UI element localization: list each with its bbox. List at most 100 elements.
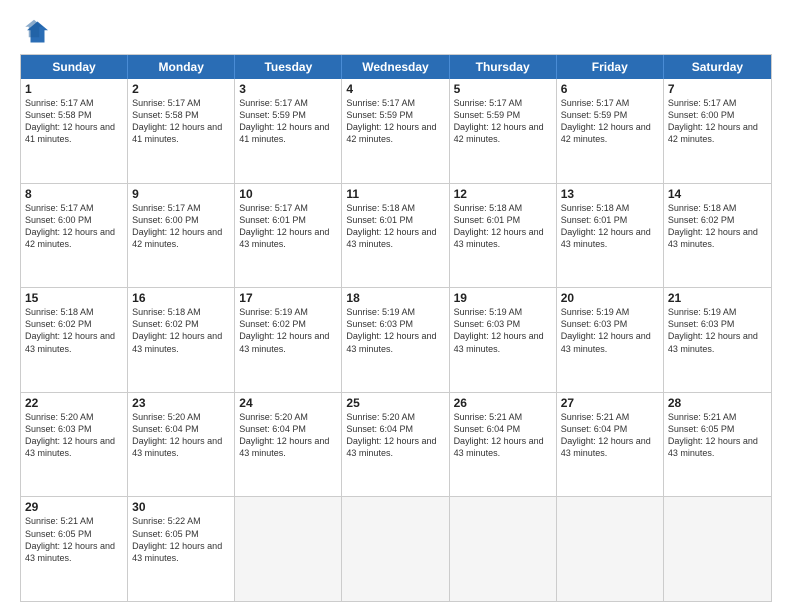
calendar-cell — [342, 497, 449, 601]
day-info: Sunrise: 5:18 AMSunset: 6:02 PMDaylight:… — [132, 306, 230, 355]
calendar-cell: 25Sunrise: 5:20 AMSunset: 6:04 PMDayligh… — [342, 393, 449, 497]
calendar-cell: 27Sunrise: 5:21 AMSunset: 6:04 PMDayligh… — [557, 393, 664, 497]
day-info: Sunrise: 5:17 AMSunset: 5:58 PMDaylight:… — [132, 97, 230, 146]
day-info: Sunrise: 5:19 AMSunset: 6:03 PMDaylight:… — [561, 306, 659, 355]
calendar-cell: 22Sunrise: 5:20 AMSunset: 6:03 PMDayligh… — [21, 393, 128, 497]
calendar: SundayMondayTuesdayWednesdayThursdayFrid… — [20, 54, 772, 602]
day-number: 24 — [239, 396, 337, 410]
day-number: 8 — [25, 187, 123, 201]
day-info: Sunrise: 5:19 AMSunset: 6:02 PMDaylight:… — [239, 306, 337, 355]
header — [20, 18, 772, 46]
day-number: 19 — [454, 291, 552, 305]
day-number: 12 — [454, 187, 552, 201]
calendar-cell: 16Sunrise: 5:18 AMSunset: 6:02 PMDayligh… — [128, 288, 235, 392]
calendar-body: 1Sunrise: 5:17 AMSunset: 5:58 PMDaylight… — [21, 79, 771, 601]
day-number: 26 — [454, 396, 552, 410]
day-number: 2 — [132, 82, 230, 96]
day-number: 27 — [561, 396, 659, 410]
day-number: 6 — [561, 82, 659, 96]
day-info: Sunrise: 5:21 AMSunset: 6:05 PMDaylight:… — [668, 411, 767, 460]
day-number: 30 — [132, 500, 230, 514]
calendar-cell — [557, 497, 664, 601]
calendar-cell: 21Sunrise: 5:19 AMSunset: 6:03 PMDayligh… — [664, 288, 771, 392]
day-number: 14 — [668, 187, 767, 201]
day-info: Sunrise: 5:20 AMSunset: 6:04 PMDaylight:… — [132, 411, 230, 460]
day-number: 25 — [346, 396, 444, 410]
logo — [20, 18, 52, 46]
calendar-row: 29Sunrise: 5:21 AMSunset: 6:05 PMDayligh… — [21, 496, 771, 601]
calendar-cell — [235, 497, 342, 601]
calendar-header-cell: Sunday — [21, 55, 128, 79]
day-info: Sunrise: 5:17 AMSunset: 5:59 PMDaylight:… — [454, 97, 552, 146]
calendar-row: 1Sunrise: 5:17 AMSunset: 5:58 PMDaylight… — [21, 79, 771, 183]
day-number: 4 — [346, 82, 444, 96]
calendar-cell: 15Sunrise: 5:18 AMSunset: 6:02 PMDayligh… — [21, 288, 128, 392]
calendar-cell: 28Sunrise: 5:21 AMSunset: 6:05 PMDayligh… — [664, 393, 771, 497]
logo-icon — [20, 18, 48, 46]
calendar-cell: 10Sunrise: 5:17 AMSunset: 6:01 PMDayligh… — [235, 184, 342, 288]
day-info: Sunrise: 5:21 AMSunset: 6:04 PMDaylight:… — [561, 411, 659, 460]
calendar-header-cell: Friday — [557, 55, 664, 79]
calendar-cell: 17Sunrise: 5:19 AMSunset: 6:02 PMDayligh… — [235, 288, 342, 392]
calendar-row: 15Sunrise: 5:18 AMSunset: 6:02 PMDayligh… — [21, 287, 771, 392]
calendar-cell: 2Sunrise: 5:17 AMSunset: 5:58 PMDaylight… — [128, 79, 235, 183]
day-info: Sunrise: 5:19 AMSunset: 6:03 PMDaylight:… — [454, 306, 552, 355]
day-info: Sunrise: 5:19 AMSunset: 6:03 PMDaylight:… — [668, 306, 767, 355]
day-info: Sunrise: 5:17 AMSunset: 5:59 PMDaylight:… — [346, 97, 444, 146]
day-number: 22 — [25, 396, 123, 410]
calendar-cell: 7Sunrise: 5:17 AMSunset: 6:00 PMDaylight… — [664, 79, 771, 183]
calendar-cell: 6Sunrise: 5:17 AMSunset: 5:59 PMDaylight… — [557, 79, 664, 183]
day-number: 7 — [668, 82, 767, 96]
day-number: 5 — [454, 82, 552, 96]
calendar-header-cell: Tuesday — [235, 55, 342, 79]
day-number: 1 — [25, 82, 123, 96]
calendar-cell: 4Sunrise: 5:17 AMSunset: 5:59 PMDaylight… — [342, 79, 449, 183]
calendar-cell: 14Sunrise: 5:18 AMSunset: 6:02 PMDayligh… — [664, 184, 771, 288]
day-info: Sunrise: 5:22 AMSunset: 6:05 PMDaylight:… — [132, 515, 230, 564]
calendar-cell: 29Sunrise: 5:21 AMSunset: 6:05 PMDayligh… — [21, 497, 128, 601]
calendar-cell: 8Sunrise: 5:17 AMSunset: 6:00 PMDaylight… — [21, 184, 128, 288]
day-info: Sunrise: 5:20 AMSunset: 6:04 PMDaylight:… — [346, 411, 444, 460]
calendar-cell: 1Sunrise: 5:17 AMSunset: 5:58 PMDaylight… — [21, 79, 128, 183]
day-number: 23 — [132, 396, 230, 410]
day-info: Sunrise: 5:20 AMSunset: 6:03 PMDaylight:… — [25, 411, 123, 460]
calendar-row: 8Sunrise: 5:17 AMSunset: 6:00 PMDaylight… — [21, 183, 771, 288]
day-number: 17 — [239, 291, 337, 305]
day-number: 21 — [668, 291, 767, 305]
calendar-cell: 24Sunrise: 5:20 AMSunset: 6:04 PMDayligh… — [235, 393, 342, 497]
day-number: 11 — [346, 187, 444, 201]
day-info: Sunrise: 5:18 AMSunset: 6:01 PMDaylight:… — [346, 202, 444, 251]
calendar-header: SundayMondayTuesdayWednesdayThursdayFrid… — [21, 55, 771, 79]
day-info: Sunrise: 5:17 AMSunset: 5:59 PMDaylight:… — [239, 97, 337, 146]
day-info: Sunrise: 5:17 AMSunset: 6:00 PMDaylight:… — [132, 202, 230, 251]
day-info: Sunrise: 5:18 AMSunset: 6:02 PMDaylight:… — [668, 202, 767, 251]
calendar-cell: 3Sunrise: 5:17 AMSunset: 5:59 PMDaylight… — [235, 79, 342, 183]
calendar-cell: 11Sunrise: 5:18 AMSunset: 6:01 PMDayligh… — [342, 184, 449, 288]
day-number: 28 — [668, 396, 767, 410]
calendar-cell — [450, 497, 557, 601]
calendar-header-cell: Thursday — [450, 55, 557, 79]
calendar-cell: 26Sunrise: 5:21 AMSunset: 6:04 PMDayligh… — [450, 393, 557, 497]
day-number: 29 — [25, 500, 123, 514]
calendar-cell: 9Sunrise: 5:17 AMSunset: 6:00 PMDaylight… — [128, 184, 235, 288]
day-info: Sunrise: 5:18 AMSunset: 6:01 PMDaylight:… — [561, 202, 659, 251]
day-number: 3 — [239, 82, 337, 96]
day-info: Sunrise: 5:19 AMSunset: 6:03 PMDaylight:… — [346, 306, 444, 355]
day-info: Sunrise: 5:21 AMSunset: 6:05 PMDaylight:… — [25, 515, 123, 564]
day-number: 15 — [25, 291, 123, 305]
day-info: Sunrise: 5:17 AMSunset: 6:01 PMDaylight:… — [239, 202, 337, 251]
calendar-row: 22Sunrise: 5:20 AMSunset: 6:03 PMDayligh… — [21, 392, 771, 497]
day-info: Sunrise: 5:17 AMSunset: 5:58 PMDaylight:… — [25, 97, 123, 146]
day-number: 16 — [132, 291, 230, 305]
day-info: Sunrise: 5:18 AMSunset: 6:01 PMDaylight:… — [454, 202, 552, 251]
day-info: Sunrise: 5:17 AMSunset: 5:59 PMDaylight:… — [561, 97, 659, 146]
calendar-cell: 23Sunrise: 5:20 AMSunset: 6:04 PMDayligh… — [128, 393, 235, 497]
day-number: 10 — [239, 187, 337, 201]
day-info: Sunrise: 5:17 AMSunset: 6:00 PMDaylight:… — [25, 202, 123, 251]
calendar-cell: 13Sunrise: 5:18 AMSunset: 6:01 PMDayligh… — [557, 184, 664, 288]
calendar-cell: 18Sunrise: 5:19 AMSunset: 6:03 PMDayligh… — [342, 288, 449, 392]
day-info: Sunrise: 5:21 AMSunset: 6:04 PMDaylight:… — [454, 411, 552, 460]
day-info: Sunrise: 5:18 AMSunset: 6:02 PMDaylight:… — [25, 306, 123, 355]
calendar-cell: 20Sunrise: 5:19 AMSunset: 6:03 PMDayligh… — [557, 288, 664, 392]
day-number: 20 — [561, 291, 659, 305]
